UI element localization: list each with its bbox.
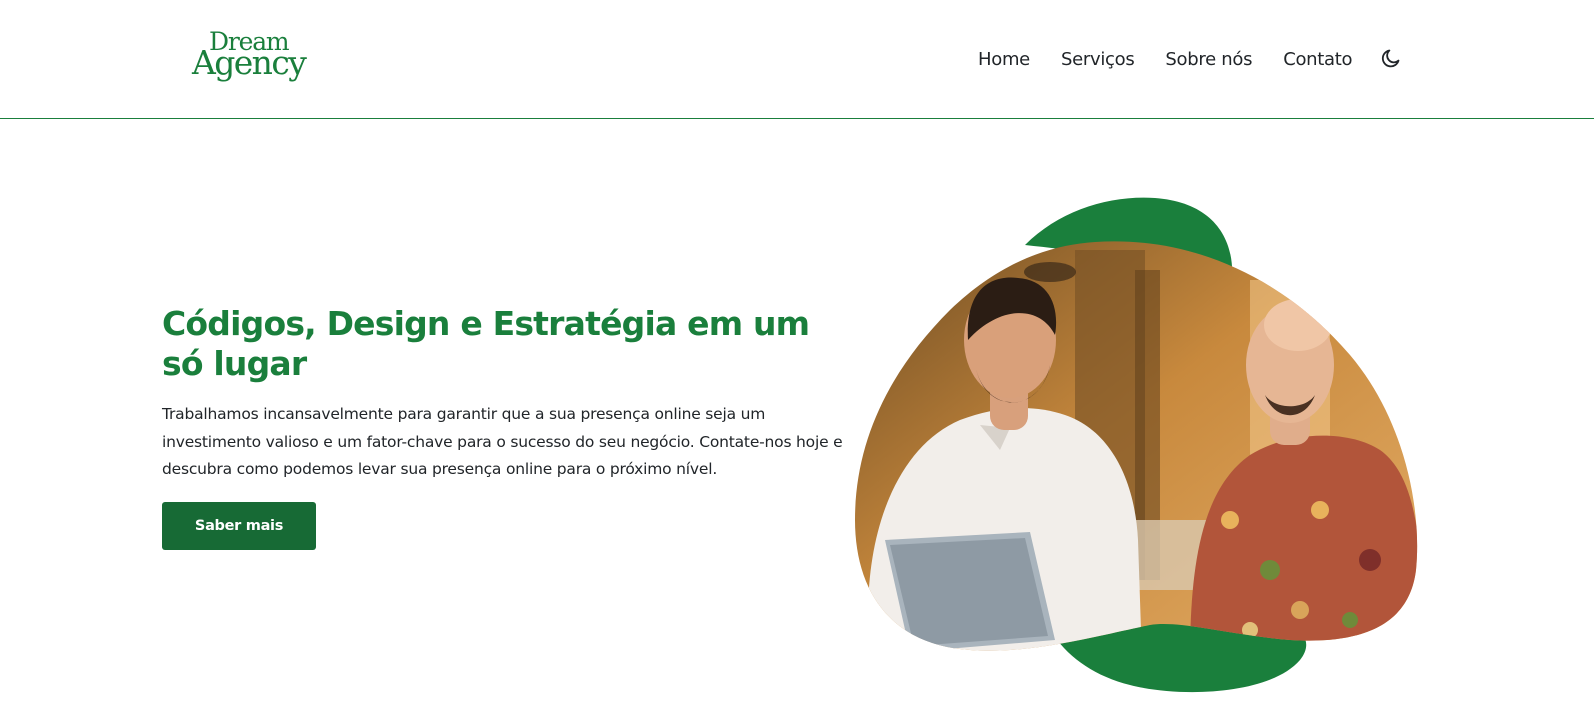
hero-photo <box>855 241 1418 651</box>
nav-item-sobre-nos[interactable]: Sobre nós <box>1165 49 1252 70</box>
hero-title: Códigos, Design e Estratégia em um só lu… <box>162 304 810 383</box>
saber-mais-button[interactable]: Saber mais <box>162 502 316 550</box>
site-header: Dream Agency Home Serviços Sobre nós Con… <box>0 0 1594 119</box>
nav-item-home[interactable]: Home <box>978 49 1030 70</box>
nav-item-servicos[interactable]: Serviços <box>1061 49 1135 70</box>
moon-icon <box>1381 49 1400 68</box>
hero-description: Trabalhamos incansavelmente para garanti… <box>162 405 843 478</box>
logo[interactable]: Dream Agency <box>192 28 322 84</box>
logo-line-2: Agency <box>192 43 307 82</box>
main-nav: Home Serviços Sobre nós Contato <box>978 44 1383 74</box>
theme-toggle-button[interactable] <box>1379 46 1403 70</box>
hero-illustration <box>855 197 1418 693</box>
nav-item-contato[interactable]: Contato <box>1283 49 1352 70</box>
